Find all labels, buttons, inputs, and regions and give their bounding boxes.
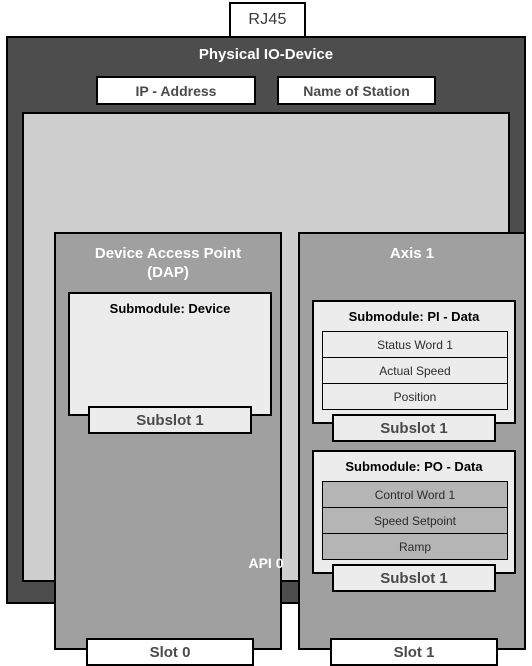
slot-tab-1-label: Slot 1 (393, 643, 435, 661)
slot-dap-title-line2: (DAP) (147, 264, 189, 281)
api-container: Device Access Point (DAP) Submodule: Dev… (22, 112, 526, 666)
submodule-data-row: Actual Speed (322, 357, 508, 384)
submodule-data-row: Position (322, 383, 508, 410)
submodule-data-row: Speed Setpoint (322, 507, 508, 534)
ip-address-box: IP - Address (96, 76, 256, 105)
submodule-po-data-rows: Control Word 1 Speed Setpoint Ramp (322, 481, 508, 560)
slot-container-dap: Device Access Point (DAP) Submodule: Dev… (54, 232, 282, 666)
submodule-data-row: Status Word 1 (322, 331, 508, 358)
submodule-pi-data-rows: Status Word 1 Actual Speed Position (322, 331, 508, 410)
subslot-tab-pi: Subslot 1 (332, 414, 496, 442)
subslot-tab-dap-label: Subslot 1 (136, 411, 204, 429)
submodule-device-title: Submodule: Device (109, 301, 231, 316)
slot-dap-title: Device Access Point (DAP) (56, 244, 280, 282)
station-name-box: Name of Station (277, 76, 436, 105)
ip-address-label: IP - Address (135, 82, 217, 99)
slot-tab-0-label: Slot 0 (149, 643, 191, 661)
slot-axis-title-line1: Axis 1 (389, 245, 435, 262)
slot-tab-1: Slot 1 (330, 638, 498, 666)
submodule-device: Submodule: Device (68, 292, 272, 416)
slot-axis-title: Axis 1 (300, 244, 524, 263)
slot-dap-title-line1: Device Access Point (94, 245, 242, 262)
subslot-tab-po-label: Subslot 1 (380, 569, 448, 587)
submodule-pi-data: Submodule: PI - Data Status Word 1 Actual… (312, 300, 516, 424)
subslot-tab-dap: Subslot 1 (88, 406, 252, 434)
slot-container-axis: Axis 1 Submodule: PI - Data Status Word … (298, 232, 526, 666)
submodule-po-data-title: Submodule: PO - Data (345, 459, 483, 474)
rj45-label: RJ45 (248, 11, 287, 28)
submodule-pi-data-title: Submodule: PI - Data (348, 309, 480, 324)
api-label: API 0 (248, 555, 284, 571)
rj45-connector-tab: RJ45 (229, 2, 306, 38)
slot-tab-0: Slot 0 (86, 638, 254, 666)
subslot-tab-pi-label: Subslot 1 (380, 419, 448, 437)
submodule-data-row: Control Word 1 (322, 481, 508, 508)
physical-io-device-title: Physical IO-Device (198, 46, 334, 63)
station-name-label: Name of Station (303, 82, 410, 99)
